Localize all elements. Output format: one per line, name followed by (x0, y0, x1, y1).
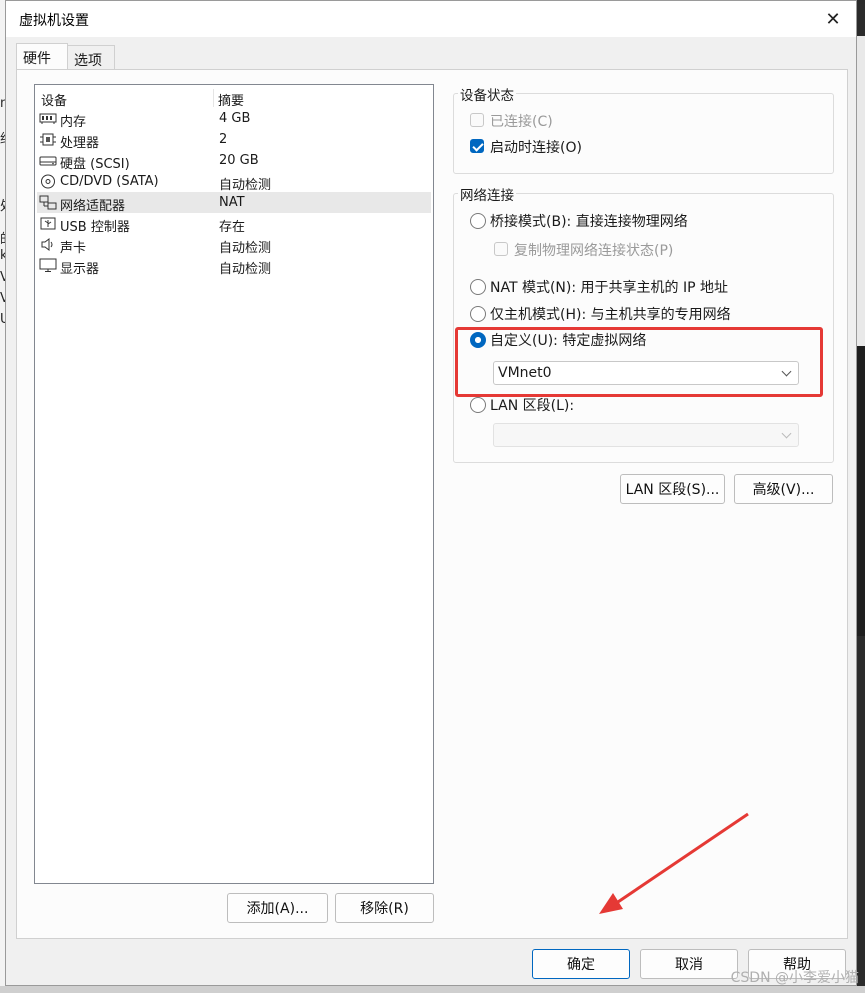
watermark: CSDN @小李爱小猫 (730, 970, 859, 986)
annotation-arrow (599, 812, 749, 914)
